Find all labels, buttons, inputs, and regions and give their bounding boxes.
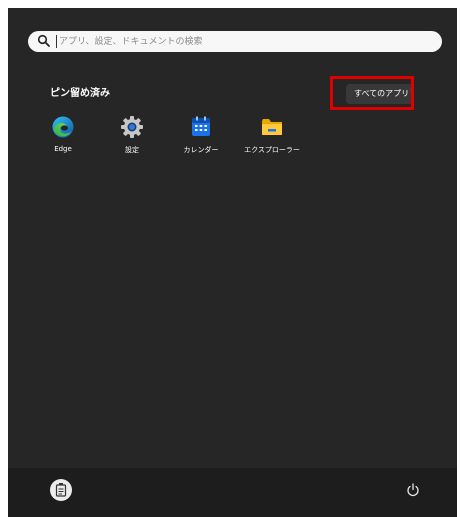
- folder-icon: [262, 119, 282, 135]
- text-caret: [56, 35, 57, 48]
- start-menu-footer: [8, 468, 457, 517]
- app-label: エクスプローラー: [244, 146, 300, 154]
- app-label: 設定: [125, 146, 139, 154]
- search-box[interactable]: [28, 31, 442, 52]
- pinned-section-title: ピン留め済み: [50, 88, 110, 99]
- all-apps-button[interactable]: すべてのアプリ: [346, 84, 414, 104]
- pinned-app-edge[interactable]: Edge: [33, 115, 93, 165]
- pinned-app-calendar[interactable]: カレンダー: [171, 115, 231, 165]
- start-menu-panel: ピン留め済み すべてのアプリ › Edge: [8, 8, 457, 517]
- chevron-right-icon: ›: [410, 86, 414, 96]
- edge-icon: [52, 116, 74, 138]
- search-input[interactable]: [59, 32, 429, 51]
- search-icon: [37, 34, 50, 47]
- user-icon: [55, 483, 67, 497]
- gear-icon: [121, 116, 143, 138]
- app-label: Edge: [54, 145, 72, 153]
- calendar-icon: [192, 116, 210, 136]
- pinned-app-explorer[interactable]: エクスプローラー: [242, 115, 302, 165]
- power-icon[interactable]: [406, 483, 420, 497]
- user-avatar[interactable]: [50, 479, 72, 501]
- app-label: カレンダー: [183, 146, 219, 154]
- pinned-app-settings[interactable]: 設定: [102, 115, 162, 165]
